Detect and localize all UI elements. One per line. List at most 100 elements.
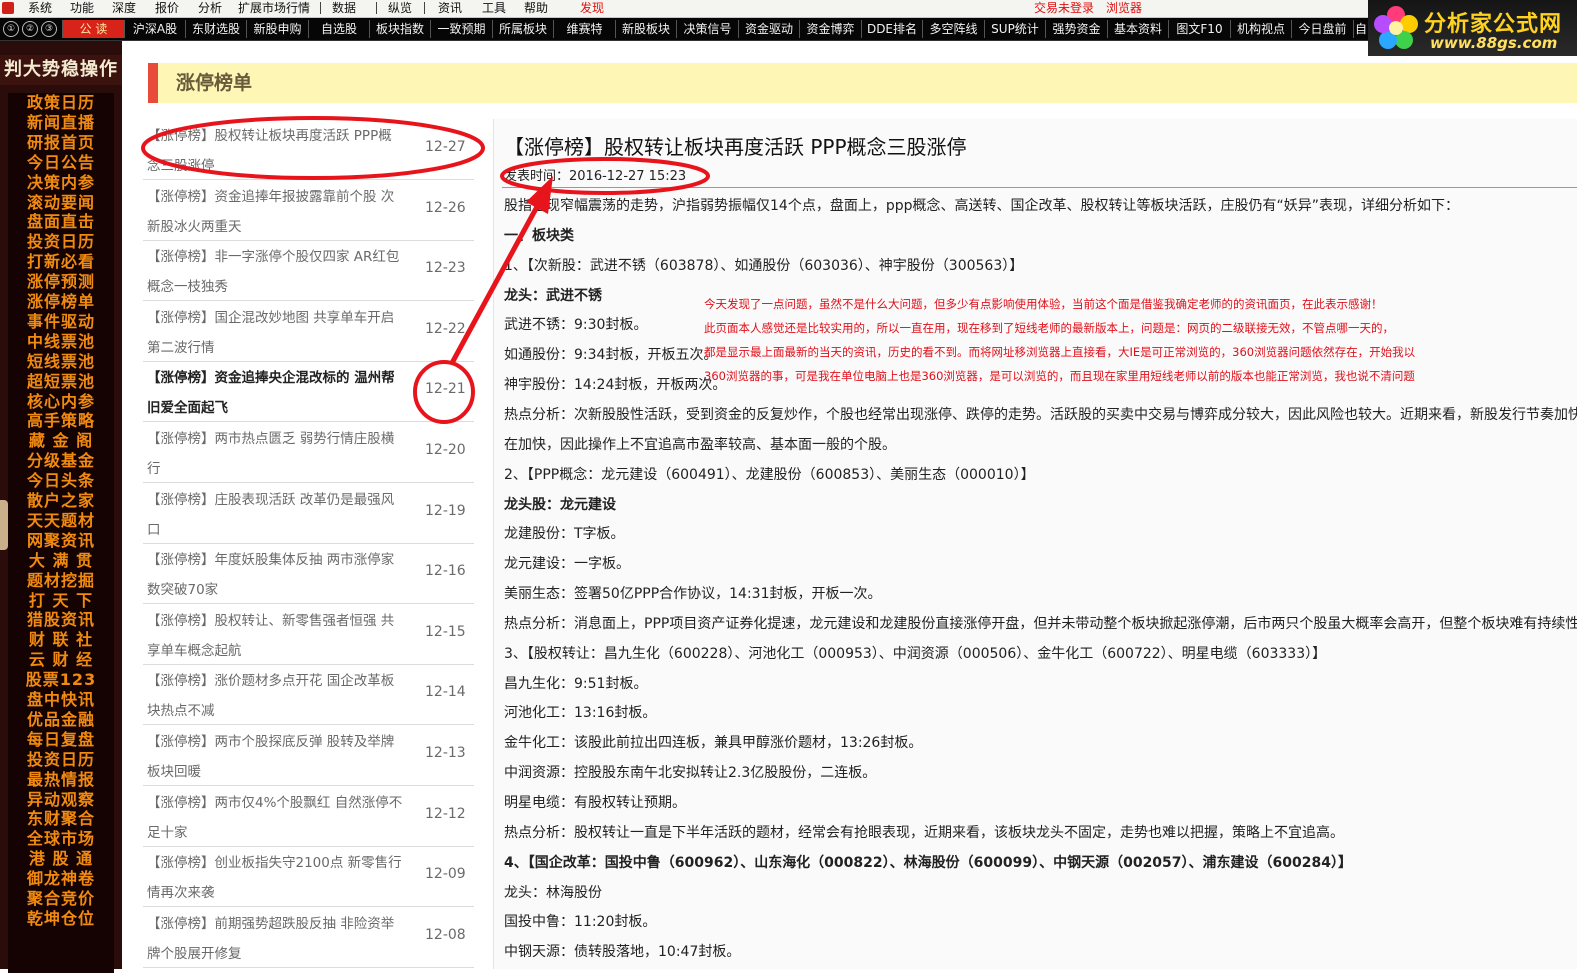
menu-system[interactable]: 系统 [28, 1, 52, 16]
circled-number-1[interactable]: ① [3, 21, 19, 37]
sidebar-item[interactable]: 全球市场 [8, 829, 114, 849]
login-status[interactable]: 交易未登录 [1034, 1, 1094, 16]
app-icon[interactable] [2, 2, 14, 14]
news-item-title[interactable]: 【涨停榜】国企混改妙地图 共享单车开启第二波行情 [147, 303, 403, 363]
sidebar-item[interactable]: 涨停榜单 [8, 292, 114, 312]
tab-watchlist[interactable]: 自选股 [308, 20, 369, 38]
menu-data[interactable]: 数据 [332, 1, 356, 16]
menu-help[interactable]: 帮助 [524, 1, 548, 16]
sidebar-item[interactable]: 猎股资讯 [8, 610, 114, 630]
tab-f10[interactable]: 图文F10 [1168, 20, 1230, 38]
news-item-title[interactable]: 【涨停榜】前期强势超跌股反抽 非险资举牌个股展开修复 [147, 909, 403, 969]
sidebar-item[interactable]: 每日复盘 [8, 730, 114, 750]
news-list-item[interactable]: 【涨停榜】股权转让板块再度活跃 PPP概念三股涨停 12-27 [143, 119, 474, 180]
sidebar-item[interactable]: 今日头条 [8, 471, 114, 491]
sidebar-item[interactable]: 股票123 [8, 670, 114, 690]
sidebar-item[interactable]: 港 股 通 [8, 849, 114, 869]
tab-more[interactable]: 自 [1353, 20, 1368, 38]
news-list-item[interactable]: 【涨停榜】两市仅4%个股飘红 自然涨停不足十家 12-12 [143, 786, 474, 847]
sidebar-item[interactable]: 聚合竞价 [8, 889, 114, 909]
news-item-title[interactable]: 【涨停榜】创业板指失守2100点 新零售行情再次来袭 [147, 848, 403, 908]
news-item-title[interactable]: 【涨停榜】两市仅4%个股飘红 自然涨停不足十家 [147, 788, 403, 848]
sidebar-item[interactable]: 优品金融 [8, 710, 114, 730]
sidebar-item[interactable]: 网聚资讯 [8, 531, 114, 551]
sidebar-item[interactable]: 核心内参 [8, 392, 114, 412]
menu-depth[interactable]: 深度 [112, 1, 136, 16]
tab-consensus[interactable]: 一致预期 [430, 20, 492, 38]
news-item-title[interactable]: 【涨停榜】股权转让、新零售强者恒强 共享单车概念起航 [147, 606, 403, 666]
sidebar-item[interactable]: 御龙神卷 [8, 869, 114, 889]
sidebar-item[interactable]: 事件驱动 [8, 312, 114, 332]
news-item-title[interactable]: 【涨停榜】资金追捧年报披露靠前个股 次新股冰火两重天 [147, 182, 403, 242]
tab-weisaite[interactable]: 维赛特 [553, 20, 615, 38]
news-item-title[interactable]: 【涨停榜】年度妖股集体反抽 两市涨停家数突破70家 [147, 545, 403, 605]
news-list-item[interactable]: 【涨停榜】庄股表现活跃 改革仍是最强风口 12-19 [143, 483, 474, 544]
sidebar-item[interactable]: 中线票池 [8, 332, 114, 352]
tab-fund-game[interactable]: 资金博弈 [799, 20, 861, 38]
tab-basic-info[interactable]: 基本资料 [1107, 20, 1168, 38]
sidebar-item[interactable]: 滚动要闻 [8, 193, 114, 213]
sidebar-collapse-handle[interactable] [0, 500, 8, 550]
news-list-item[interactable]: 【涨停榜】资金追捧年报披露靠前个股 次新股冰火两重天 12-26 [143, 180, 474, 241]
tab-dde-rank[interactable]: DDE排名 [861, 20, 922, 38]
menu-function[interactable]: 功能 [70, 1, 94, 16]
tab-ipo-subscribe[interactable]: 新股申购 [246, 20, 308, 38]
menu-analysis[interactable]: 分析 [198, 1, 222, 16]
menu-extended-market[interactable]: 扩展市场行情 [238, 1, 310, 16]
news-list-item[interactable]: 【涨停榜】两市热点匮乏 弱势行情庄股横行 12-20 [143, 422, 474, 483]
sidebar-item[interactable]: 今日公告 [8, 153, 114, 173]
sidebar-item[interactable]: 藏 金 阁 [8, 431, 114, 451]
sidebar-item[interactable]: 分级基金 [8, 451, 114, 471]
sidebar-item[interactable]: 大 满 贯 [8, 551, 114, 571]
news-item-title[interactable]: 【涨停榜】涨价题材多点开花 国企改革板块热点不减 [147, 666, 403, 726]
tab-new-stock-sector[interactable]: 新股板块 [615, 20, 676, 38]
sidebar-item[interactable]: 财 联 社 [8, 630, 114, 650]
sidebar-item[interactable]: 乾坤仓位 [8, 909, 114, 929]
tab-strong-funds[interactable]: 强势资金 [1045, 20, 1107, 38]
menu-quote[interactable]: 报价 [155, 1, 179, 16]
news-item-title[interactable]: 【涨停榜】股权转让板块再度活跃 PPP概念三股涨停 [147, 121, 403, 181]
tab-gongdu[interactable]: 公 读 [62, 20, 124, 38]
news-item-title[interactable]: 【涨停榜】资金追捧央企混改标的 温州帮旧爱全面起飞 [147, 363, 403, 423]
sidebar-item[interactable]: 投资日历 [8, 232, 114, 252]
news-list-item[interactable]: 【涨停榜】股权转让、新零售强者恒强 共享单车概念起航 12-15 [143, 604, 474, 665]
tab-fund-drive[interactable]: 资金驱动 [738, 20, 799, 38]
sidebar-item[interactable]: 新闻直播 [8, 113, 114, 133]
sidebar-item[interactable]: 高手策略 [8, 411, 114, 431]
sidebar-item[interactable]: 盘中快讯 [8, 690, 114, 710]
tab-premarket[interactable]: 今日盘前 [1291, 20, 1353, 38]
sidebar-item[interactable]: 异动观察 [8, 790, 114, 810]
tab-hushen-a[interactable]: 沪深A股 [124, 20, 185, 38]
tab-institution-view[interactable]: 机构视点 [1230, 20, 1291, 38]
tab-long-short[interactable]: 多空阵线 [922, 20, 984, 38]
sidebar-item[interactable]: 题材挖掘 [8, 571, 114, 591]
sidebar-item[interactable]: 打 天 下 [8, 591, 114, 611]
tab-sup-stats[interactable]: SUP统计 [984, 20, 1045, 38]
news-list-item[interactable]: 【涨停榜】前期强势超跌股反抽 非险资举牌个股展开修复 12-08 [143, 907, 474, 968]
sidebar-item[interactable]: 超短票池 [8, 372, 114, 392]
tab-sector-index[interactable]: 板块指数 [369, 20, 430, 38]
sidebar-item[interactable]: 涨停预测 [8, 272, 114, 292]
sidebar-item[interactable]: 天天题材 [8, 511, 114, 531]
sidebar-item[interactable]: 最热情报 [8, 770, 114, 790]
sidebar-item[interactable]: 散户之家 [8, 491, 114, 511]
sidebar-item[interactable]: 东财聚合 [8, 809, 114, 829]
news-item-title[interactable]: 【涨停榜】非一字涨停个股仅四家 AR红包概念一枝独秀 [147, 242, 403, 302]
sidebar-item[interactable]: 盘面直击 [8, 212, 114, 232]
sidebar-item[interactable]: 打新必看 [8, 252, 114, 272]
menu-tools[interactable]: 工具 [482, 1, 506, 16]
news-list-item[interactable]: 【涨停榜】创业板指失守2100点 新零售行情再次来袭 12-09 [143, 846, 474, 908]
menu-news[interactable]: 资讯 [438, 1, 462, 16]
menu-discover[interactable]: 发现 [580, 1, 604, 16]
circled-number-3[interactable]: ③ [41, 21, 57, 37]
sidebar-item[interactable]: 投资日历 [8, 750, 114, 770]
tab-own-sector[interactable]: 所属板块 [492, 20, 553, 38]
browser-link[interactable]: 浏览器 [1106, 1, 1142, 16]
news-list-item[interactable]: 【涨停榜】非一字涨停个股仅四家 AR红包概念一枝独秀 12-23 [143, 240, 474, 302]
sidebar-item[interactable]: 短线票池 [8, 352, 114, 372]
sidebar-item[interactable]: 决策内参 [8, 173, 114, 193]
news-item-title[interactable]: 【涨停榜】两市个股探底反弹 股转及举牌板块回暖 [147, 727, 403, 787]
menu-overview[interactable]: 纵览 [388, 1, 412, 16]
news-list-item[interactable]: 【涨停榜】两市个股探底反弹 股转及举牌板块回暖 12-13 [143, 725, 474, 786]
sidebar-item[interactable]: 研报首页 [8, 133, 114, 153]
